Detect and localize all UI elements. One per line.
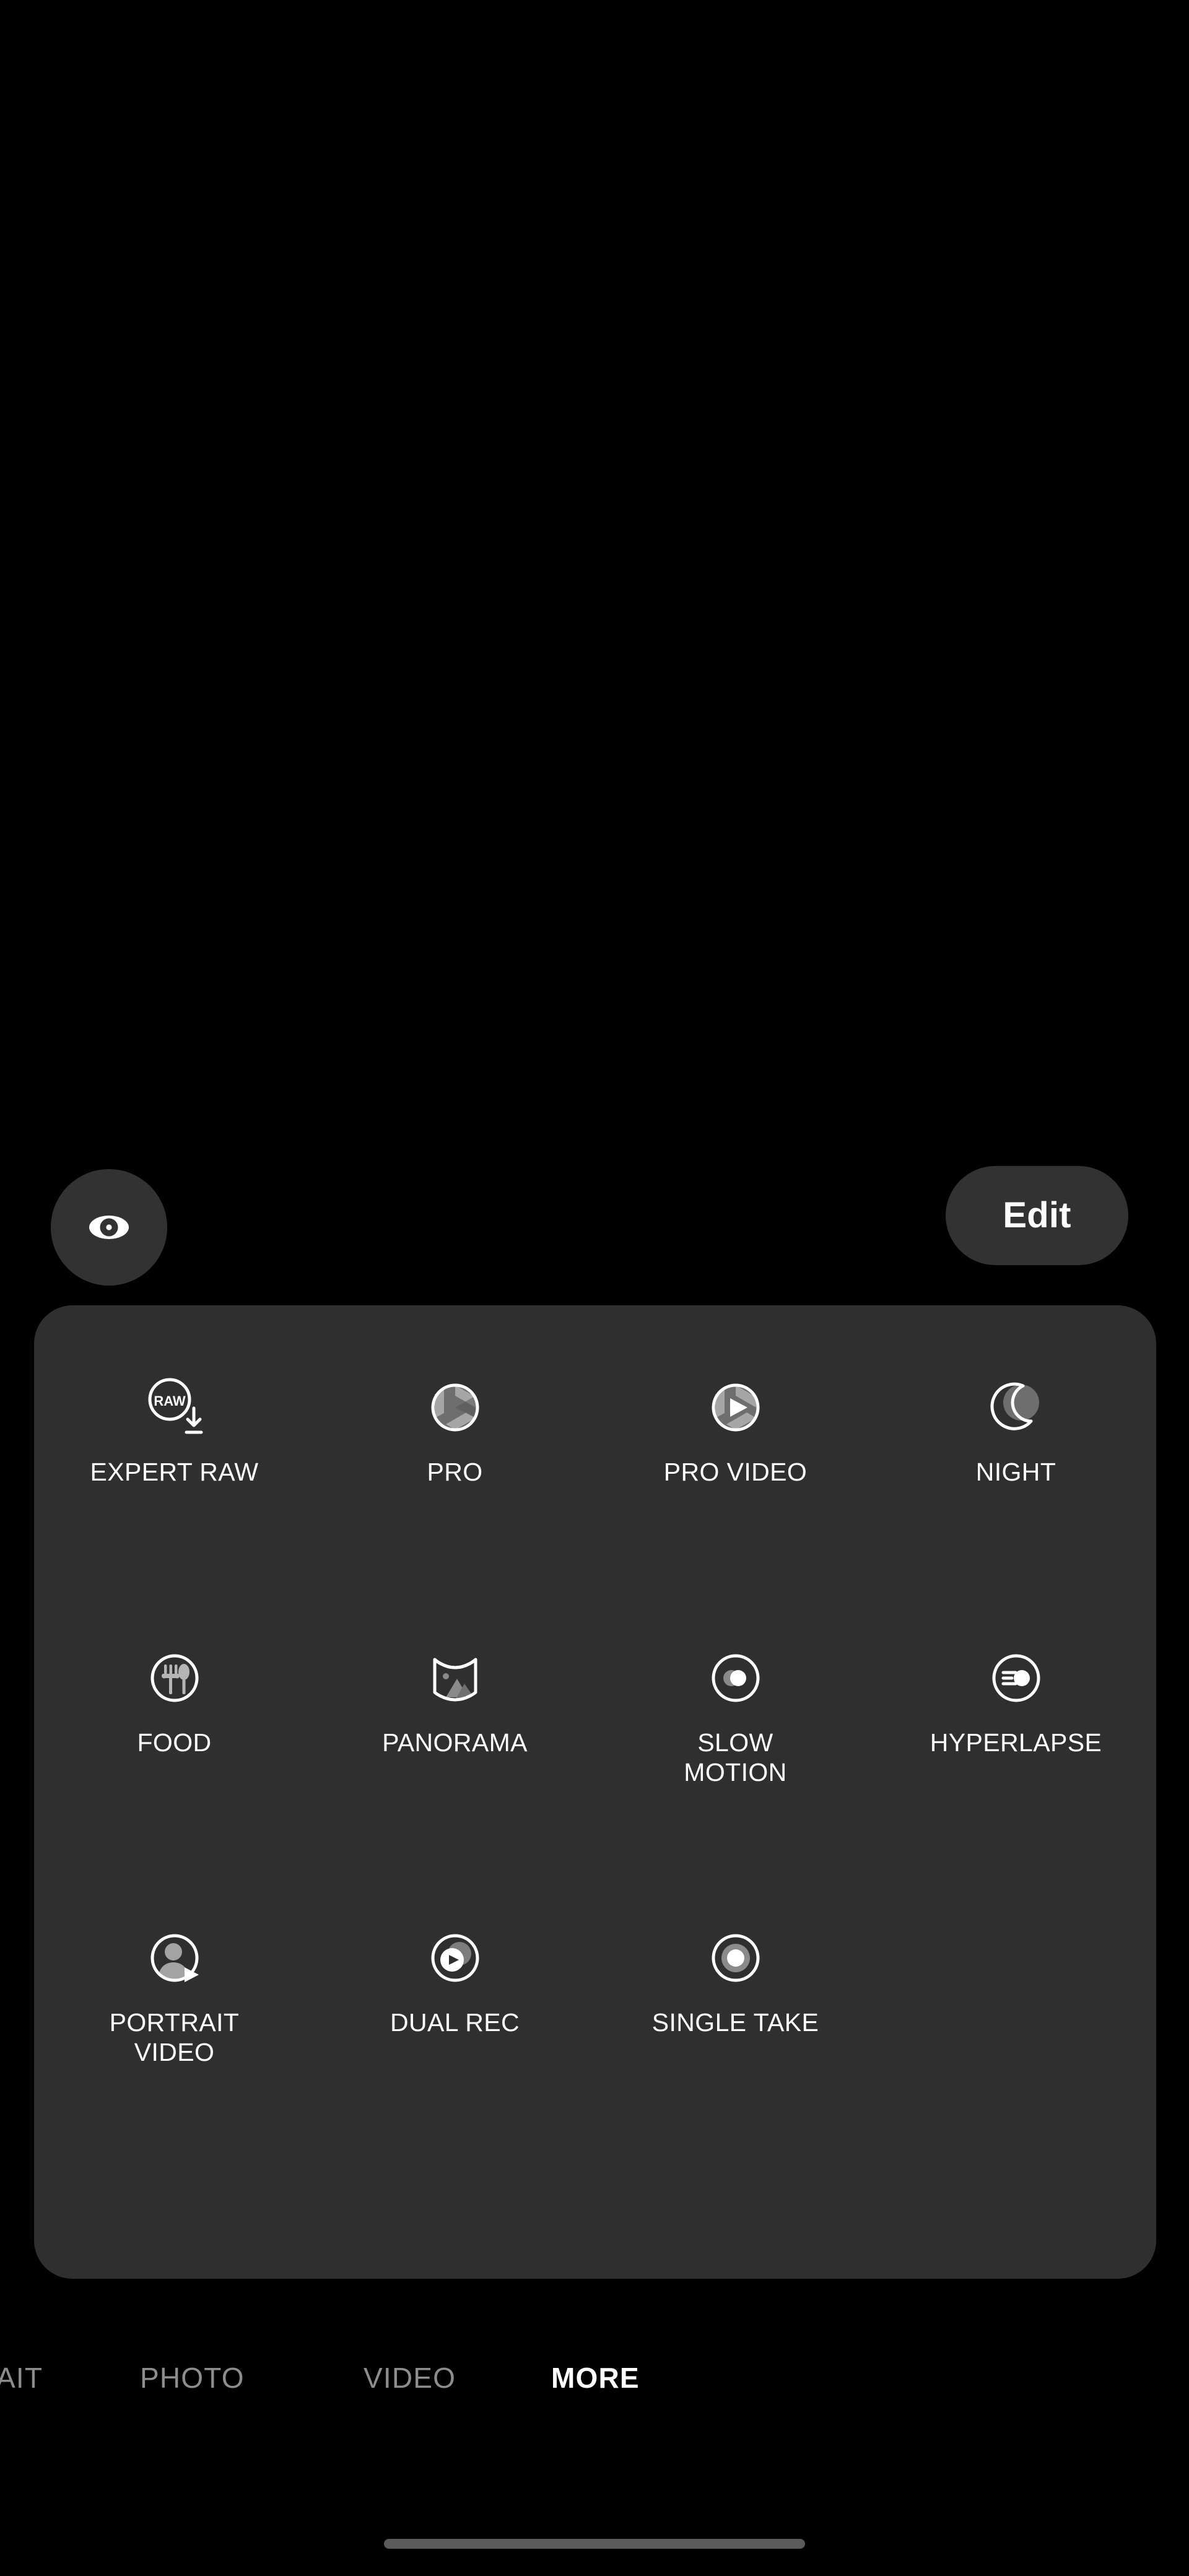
fork-spoon-icon xyxy=(141,1644,209,1712)
hyperlapse-icon xyxy=(982,1644,1050,1712)
mode-item-label: HYPERLAPSE xyxy=(930,1728,1102,1757)
mode-item-dual-rec[interactable]: DUAL REC xyxy=(315,1924,595,2068)
mode-item-panorama[interactable]: PANORAMA xyxy=(315,1644,595,1788)
aperture-play-icon xyxy=(702,1373,770,1442)
mode-item-label: EXPERT RAW xyxy=(90,1458,259,1486)
mode-tab-photo[interactable]: PHOTO xyxy=(140,2338,245,2418)
mode-item-label: PRO VIDEO xyxy=(663,1458,808,1486)
portrait-video-icon xyxy=(141,1924,209,1992)
mode-tab-video[interactable]: VIDEO xyxy=(364,2338,456,2418)
mode-item-label: PORTRAIT VIDEO xyxy=(109,2008,240,2067)
mode-item-label: FOOD xyxy=(137,1728,212,1757)
aperture-icon xyxy=(421,1373,489,1442)
mode-item-night[interactable]: NIGHT xyxy=(876,1373,1156,1487)
dual-rec-icon xyxy=(421,1924,489,1992)
camera-mode-strip[interactable]: AIT PHOTO VIDEO MORE xyxy=(0,2338,1189,2418)
mode-tab-portrait[interactable]: AIT xyxy=(0,2338,43,2418)
mode-item-food[interactable]: FOOD xyxy=(34,1644,315,1788)
mode-item-pro[interactable]: PRO xyxy=(315,1373,595,1487)
mode-item-label: PRO xyxy=(427,1458,483,1486)
home-indicator[interactable] xyxy=(384,2539,805,2549)
expert-raw-icon: RAW xyxy=(141,1373,209,1442)
edit-button-label: Edit xyxy=(1003,1195,1071,1235)
mode-item-label: SLOW MOTION xyxy=(684,1728,787,1787)
preview-eye-button[interactable] xyxy=(51,1169,167,1286)
single-take-icon xyxy=(702,1924,770,1992)
more-modes-panel: RAW EXPERT RAW PRO PRO VIDEO NIGHT FOOD … xyxy=(34,1305,1156,2279)
mode-item-label: PANORAMA xyxy=(382,1728,528,1757)
mode-item-slow-motion[interactable]: SLOW MOTION xyxy=(595,1644,876,1788)
eye-icon xyxy=(82,1201,136,1254)
mode-item-label: DUAL REC xyxy=(390,2008,520,2037)
moon-icon xyxy=(982,1373,1050,1442)
mode-row: FOOD PANORAMA SLOW MOTION HYPERLAPSE xyxy=(34,1644,1156,1788)
mode-item-pro-video[interactable]: PRO VIDEO xyxy=(595,1373,876,1487)
mode-tab-more[interactable]: MORE xyxy=(551,2338,640,2418)
mode-item-label: SINGLE TAKE xyxy=(651,2008,819,2037)
mode-item-label: NIGHT xyxy=(975,1458,1056,1486)
slow-motion-icon xyxy=(702,1644,770,1712)
svg-text:RAW: RAW xyxy=(154,1393,186,1409)
mode-item-single-take[interactable]: SINGLE TAKE xyxy=(595,1924,876,2068)
mode-item-expert-raw[interactable]: RAW EXPERT RAW xyxy=(34,1373,315,1487)
edit-button[interactable]: Edit xyxy=(946,1166,1128,1265)
mode-item-hyperlapse[interactable]: HYPERLAPSE xyxy=(876,1644,1156,1788)
mode-item-portrait-video[interactable]: PORTRAIT VIDEO xyxy=(34,1924,315,2068)
mode-row: RAW EXPERT RAW PRO PRO VIDEO NIGHT xyxy=(34,1373,1156,1487)
panorama-icon xyxy=(421,1644,489,1712)
mode-row: PORTRAIT VIDEO DUAL REC SINGLE TAKE xyxy=(34,1924,1156,2068)
